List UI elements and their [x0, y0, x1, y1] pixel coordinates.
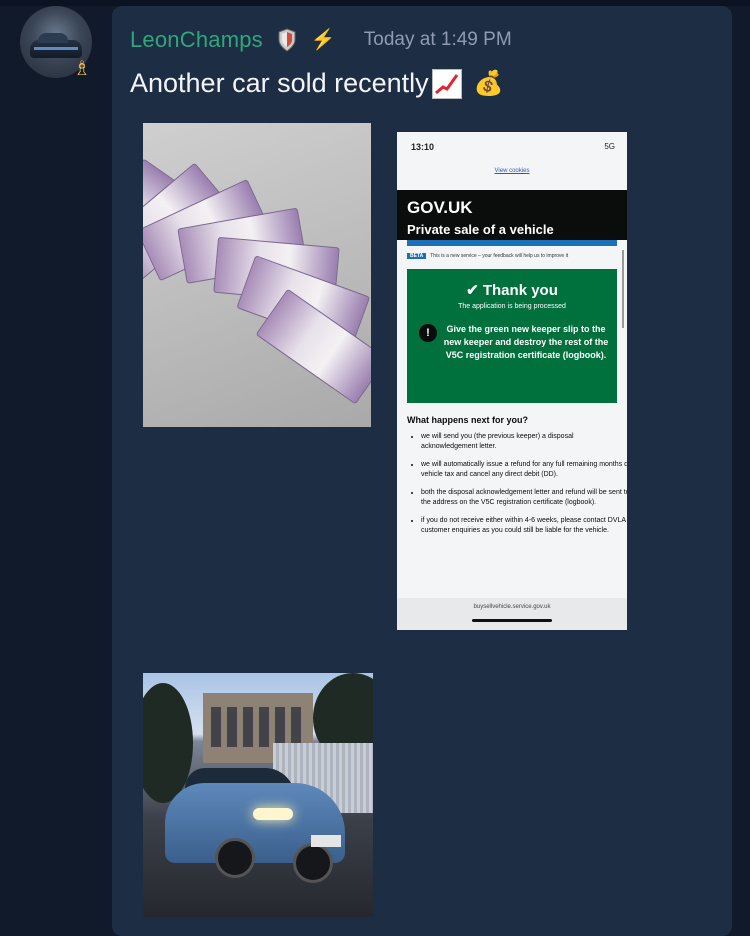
confirmation-panel: ✔ Thank you The application is being pro… — [407, 269, 617, 403]
license-plate — [311, 835, 341, 847]
list-item: we will send you (the previous keeper) a… — [421, 432, 627, 452]
bolt-icon[interactable]: ⚡ — [311, 28, 336, 52]
car-wheel — [293, 843, 333, 883]
list-item: we will automatically issue a refund for… — [421, 460, 627, 480]
car-wheel — [215, 838, 255, 878]
phone-status-network: 5G — [604, 142, 615, 151]
message-timestamp: Today at 1:49 PM — [363, 29, 512, 50]
gov-logo: GOV.UK — [407, 198, 473, 217]
list-item: if you do not receive either within 4-6 … — [421, 516, 627, 536]
blue-divider — [407, 240, 617, 246]
processing-text: The application is being processed — [458, 303, 566, 310]
chart-increasing-emoji-icon — [431, 68, 462, 99]
avatar-bishop-badge-icon: ♗ — [73, 58, 91, 80]
attachment-cash-photo[interactable] — [143, 123, 371, 427]
attachment-car-photo[interactable] — [143, 673, 373, 917]
home-indicator — [472, 619, 552, 622]
shield-role-icon[interactable] — [277, 28, 297, 52]
car-headlight — [253, 808, 293, 820]
attachment-gov-screenshot[interactable]: 13:10 5G View cookies GOV.UK Private sal… — [397, 132, 627, 630]
beta-banner: BETA This is a new service – your feedbac… — [407, 253, 568, 259]
service-title: Private sale of a vehicle — [407, 222, 554, 237]
money-bag-emoji-icon: 💰 — [473, 70, 504, 97]
list-item: both the disposal acknowledgement letter… — [421, 488, 627, 508]
warning-icon: ! — [419, 324, 437, 342]
message-header: LeonChamps ⚡ Today at 1:49 PM — [130, 26, 512, 54]
message-text-row: Another car sold recently 💰 — [130, 68, 504, 99]
thank-you-title: ✔ Thank you — [466, 282, 558, 299]
username[interactable]: LeonChamps — [130, 27, 263, 53]
warning-text: Give the green new keeper slip to the ne… — [443, 324, 609, 360]
beta-text: This is a new service – your feedback wi… — [430, 253, 569, 259]
phone-scrollbar — [622, 250, 624, 328]
gov-header: GOV.UK Private sale of a vehicle — [397, 190, 627, 240]
browser-url: buysellvehicle.service.gov.uk — [473, 604, 551, 610]
next-heading: What happens next for you? — [407, 415, 529, 425]
phone-status-time: 13:10 — [411, 142, 435, 152]
beta-tag: BETA — [407, 253, 427, 259]
next-steps-list: we will send you (the previous keeper) a… — [409, 432, 627, 544]
message-text: Another car sold recently — [130, 68, 429, 98]
view-cookies-link: View cookies — [494, 168, 530, 174]
phone-browser-footer: buysellvehicle.service.gov.uk — [397, 598, 627, 630]
